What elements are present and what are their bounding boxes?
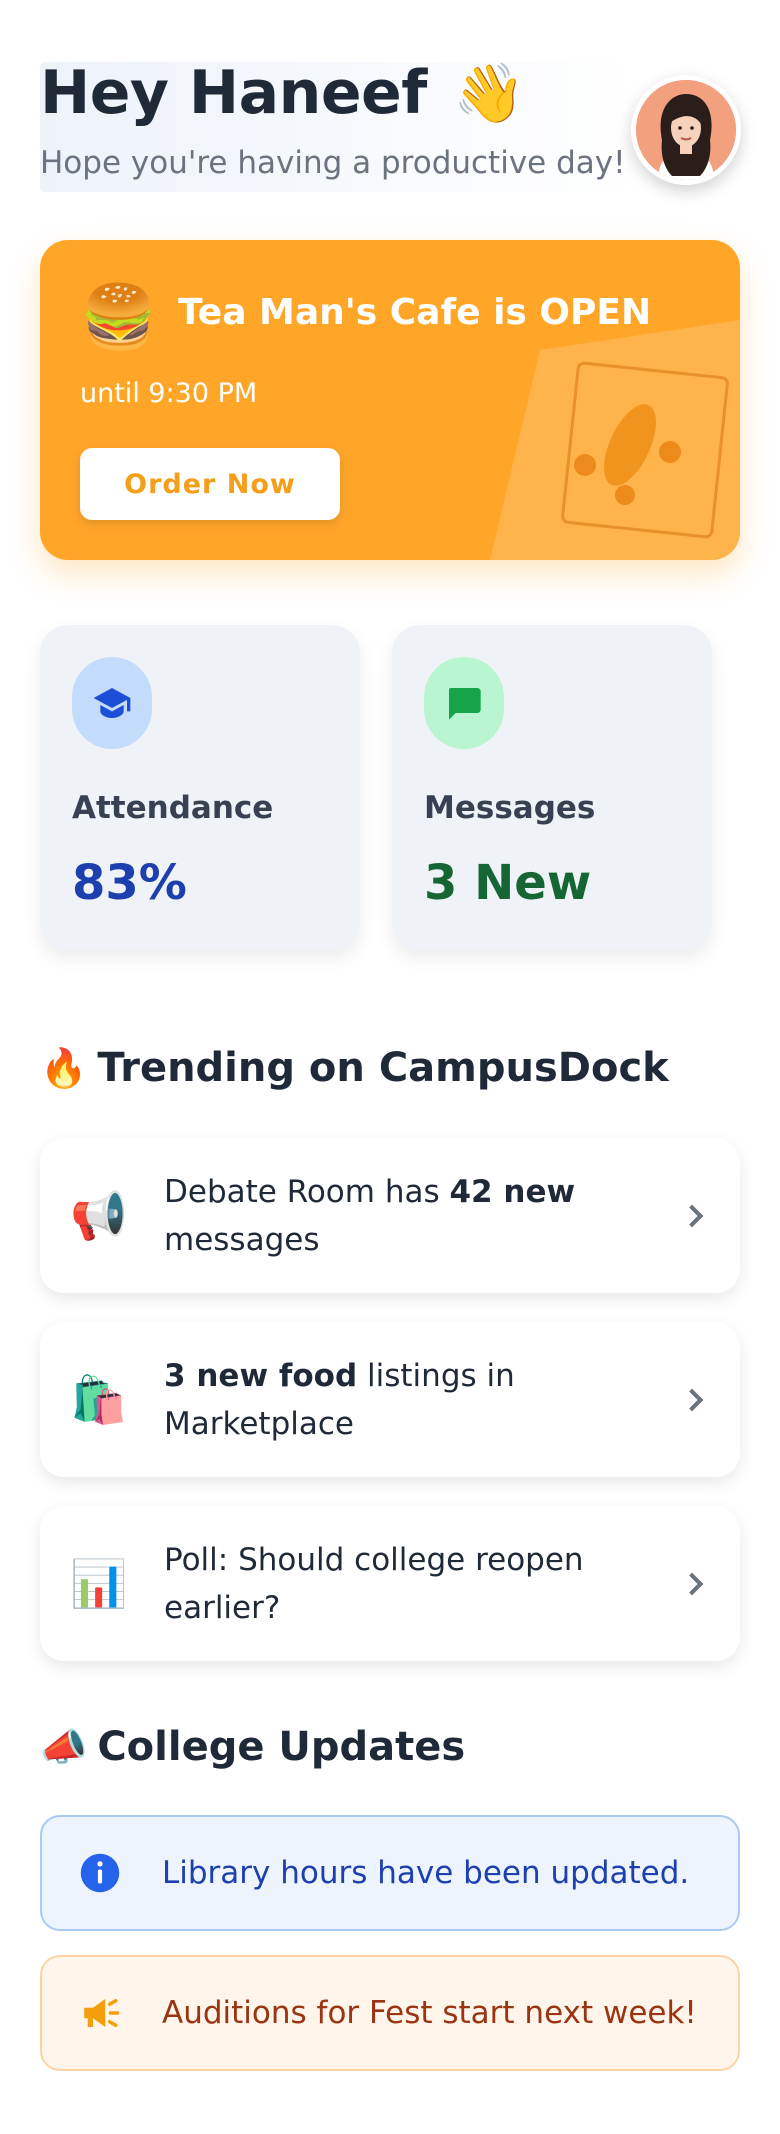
avatar[interactable] bbox=[631, 75, 741, 185]
updates-section-title: 📣 College Updates bbox=[40, 1724, 465, 1770]
trending-item-debate[interactable]: 📢 Debate Room has 42 new messages bbox=[40, 1138, 740, 1293]
update-fest-auditions[interactable]: Auditions for Fest start next week! bbox=[40, 1955, 740, 2071]
chevron-right-icon bbox=[680, 1204, 704, 1227]
trending-item-text: Debate Room has 42 new messages bbox=[164, 1173, 576, 1258]
food-illustration-icon bbox=[490, 320, 740, 560]
megaphone-icon: 📢 bbox=[70, 1188, 128, 1242]
info-icon bbox=[78, 1851, 122, 1895]
trending-section-title: 🔥 Trending on CampusDock bbox=[40, 1045, 669, 1091]
bullhorn-icon bbox=[78, 1991, 122, 2035]
trending-item-text: 3 new food listings in Marketplace bbox=[164, 1357, 515, 1442]
update-text: Library hours have been updated. bbox=[162, 1855, 690, 1891]
attendance-value: 83% bbox=[72, 855, 187, 911]
trending-item-poll[interactable]: 📊 Poll: Should college reopen earlier? bbox=[40, 1506, 740, 1661]
attendance-card[interactable]: Attendance 83% bbox=[40, 625, 360, 950]
promo-title: Tea Man's Cafe is OPEN bbox=[178, 292, 652, 333]
updates-title-text: College Updates bbox=[97, 1724, 466, 1770]
greeting-subtitle: Hope you're having a productive day! bbox=[40, 145, 626, 181]
waving-hand-icon: 👋 bbox=[453, 59, 525, 127]
messages-value: 3 New bbox=[424, 855, 592, 911]
graduation-cap-icon bbox=[72, 657, 152, 749]
messages-card[interactable]: Messages 3 New bbox=[392, 625, 712, 950]
messages-label: Messages bbox=[424, 790, 596, 826]
attendance-label: Attendance bbox=[72, 790, 274, 826]
fire-icon: 🔥 bbox=[40, 1046, 88, 1090]
trending-item-text: Poll: Should college reopen earlier? bbox=[164, 1541, 584, 1626]
cafe-promo-card[interactable]: 🍔 Tea Man's Cafe is OPEN until 9:30 PM O… bbox=[40, 240, 740, 560]
trending-item-marketplace[interactable]: 🛍️ 3 new food listings in Marketplace bbox=[40, 1322, 740, 1477]
trending-title-text: Trending on CampusDock bbox=[97, 1045, 669, 1091]
promo-hours: until 9:30 PM bbox=[80, 378, 258, 409]
chevron-right-icon bbox=[680, 1572, 704, 1595]
megaphone-icon: 📣 bbox=[40, 1725, 88, 1769]
update-text: Auditions for Fest start next week! bbox=[162, 1995, 697, 2031]
greeting-title: Hey Haneef 👋 bbox=[40, 58, 525, 128]
home-screen: Hey Haneef 👋 Hope you're having a produc… bbox=[0, 0, 780, 2134]
shopping-bags-icon: 🛍️ bbox=[70, 1372, 128, 1426]
greeting-text: Hey Haneef bbox=[40, 58, 427, 128]
burger-icon: 🍔 bbox=[80, 280, 158, 353]
woman-avatar-icon bbox=[636, 80, 736, 180]
order-now-button[interactable]: Order Now bbox=[80, 448, 340, 520]
bar-chart-icon: 📊 bbox=[70, 1556, 128, 1610]
chat-bubble-icon bbox=[424, 657, 504, 749]
chevron-right-icon bbox=[680, 1388, 704, 1411]
update-library-hours[interactable]: Library hours have been updated. bbox=[40, 1815, 740, 1931]
